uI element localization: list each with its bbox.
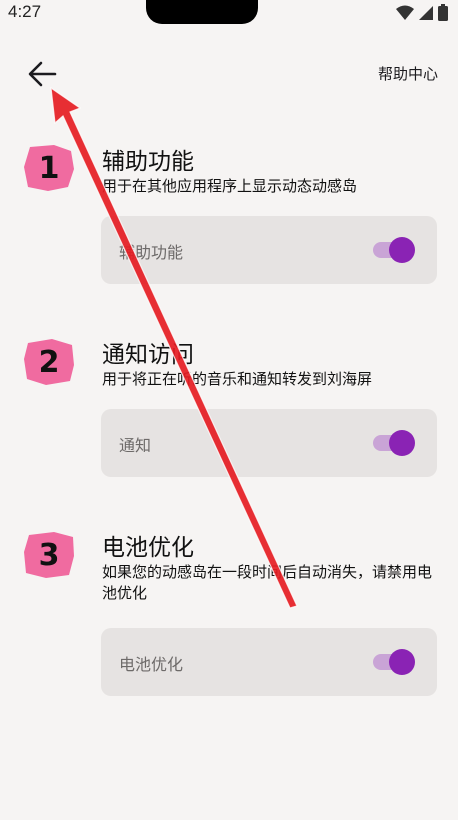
wifi-icon xyxy=(396,5,414,20)
toggle-label: 辅助功能 xyxy=(119,243,184,262)
section-description: 用于将正在听的音乐和通知转发到刘海屏 xyxy=(102,370,373,388)
section-title: 通知访问 xyxy=(102,342,194,368)
section-title: 电池优化 xyxy=(102,535,194,561)
toggle-thumb xyxy=(389,649,415,675)
step-badge-1: 1 xyxy=(24,145,74,191)
status-bar: 4:27 xyxy=(0,0,458,26)
step-number: 1 xyxy=(38,150,60,186)
toggle-label: 通知 xyxy=(119,436,152,455)
toggle-card-battery[interactable]: 电池优化 xyxy=(101,628,437,696)
step-number: 3 xyxy=(38,537,60,573)
step-number: 2 xyxy=(38,344,60,380)
step-badge-3: 3 xyxy=(24,532,74,578)
battery-optimization-toggle[interactable] xyxy=(373,649,415,675)
step-badge-2: 2 xyxy=(24,339,74,385)
help-center-link[interactable]: 帮助中心 xyxy=(378,63,438,84)
camera-notch xyxy=(146,0,258,24)
section-description: 如果您的动感岛在一段时间后自动消失，请禁用电池优化 xyxy=(102,563,433,602)
status-icons xyxy=(396,4,448,21)
accessibility-toggle[interactable] xyxy=(373,237,415,263)
toggle-thumb xyxy=(389,237,415,263)
back-button[interactable] xyxy=(22,56,62,92)
back-arrow-icon xyxy=(28,61,57,87)
toggle-thumb xyxy=(389,430,415,456)
battery-icon xyxy=(438,4,448,21)
status-time: 4:27 xyxy=(8,2,42,21)
toggle-label: 电池优化 xyxy=(119,655,184,674)
section-title: 辅助功能 xyxy=(102,149,194,175)
toggle-card-accessibility[interactable]: 辅助功能 xyxy=(101,216,437,284)
app-bar: 帮助中心 xyxy=(0,50,458,98)
toggle-card-notification[interactable]: 通知 xyxy=(101,409,437,477)
section-description: 用于在其他应用程序上显示动态动感岛 xyxy=(102,177,358,195)
signal-icon xyxy=(419,5,433,20)
notification-toggle[interactable] xyxy=(373,430,415,456)
